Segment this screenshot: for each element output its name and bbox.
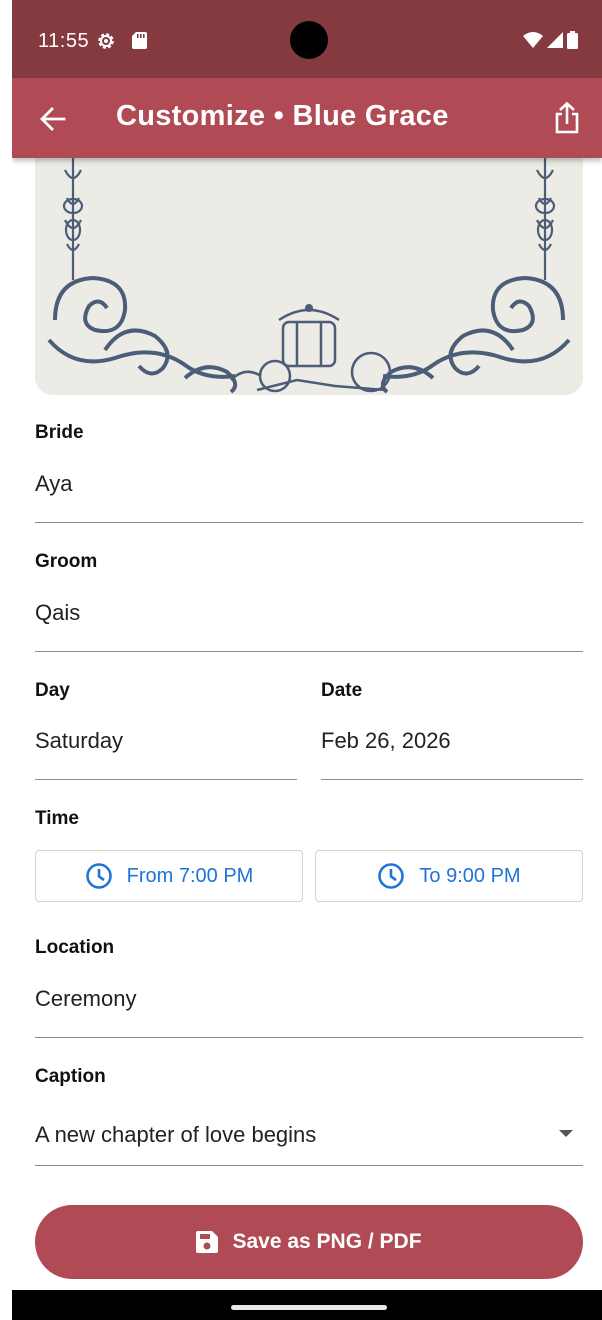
arrow-back-icon	[40, 107, 66, 131]
status-time: 11:55	[38, 30, 90, 52]
groom-field[interactable]	[35, 590, 583, 652]
clock-icon	[378, 863, 405, 889]
save-button[interactable]: Save as PNG / PDF	[35, 1205, 583, 1279]
home-gesture-handle[interactable]	[231, 1305, 387, 1310]
groom-input[interactable]	[35, 600, 583, 626]
date-input[interactable]	[321, 728, 583, 754]
camera-cutout	[290, 21, 328, 59]
date-field[interactable]	[321, 718, 583, 780]
time-from-text: From 7:00 PM	[126, 864, 254, 887]
time-to-button[interactable]: To 9:00 PM	[315, 850, 583, 902]
settings-gear-icon	[98, 33, 114, 49]
share-icon	[555, 102, 579, 134]
location-input[interactable]	[35, 986, 583, 1012]
system-navigation-bar	[12, 1290, 602, 1320]
location-label: Location	[35, 937, 115, 958]
date-label: Date	[321, 680, 363, 701]
caption-value: A new chapter of love begins	[35, 1122, 317, 1147]
bride-field[interactable]	[35, 461, 583, 523]
caption-label: Caption	[35, 1066, 106, 1087]
ornament-illustration	[35, 140, 583, 395]
day-label: Day	[35, 680, 70, 701]
app-screen: 11:55 Customize • Blue Grace Bride Aya G…	[12, 0, 602, 1320]
status-bar: 11:55	[12, 0, 602, 78]
share-button[interactable]	[552, 101, 582, 135]
wifi-icon	[523, 32, 543, 48]
sd-card-icon	[132, 32, 147, 49]
time-to-text: To 9:00 PM	[419, 864, 521, 887]
caption-dropdown[interactable]: A new chapter of love begins	[35, 1104, 583, 1166]
groom-label: Groom	[35, 551, 98, 572]
dropdown-arrow-icon	[559, 1130, 573, 1137]
bride-label: Bride	[35, 422, 84, 443]
invitation-card-preview	[35, 140, 583, 395]
back-button[interactable]	[38, 104, 68, 134]
time-from-button[interactable]: From 7:00 PM	[35, 850, 303, 902]
day-field[interactable]	[35, 718, 297, 780]
location-field[interactable]	[35, 976, 583, 1038]
app-bar: Customize • Blue Grace	[12, 78, 602, 158]
save-button-label: Save as PNG / PDF	[232, 1230, 422, 1253]
day-input[interactable]	[35, 728, 297, 754]
time-label: Time	[35, 808, 80, 829]
cell-signal-icon	[547, 32, 563, 48]
status-indicators	[523, 31, 578, 49]
save-icon	[196, 1231, 219, 1253]
clock-icon	[85, 863, 112, 889]
page-title: Customize • Blue Grace	[116, 100, 449, 132]
bride-input[interactable]	[35, 471, 583, 497]
battery-icon	[567, 31, 578, 49]
